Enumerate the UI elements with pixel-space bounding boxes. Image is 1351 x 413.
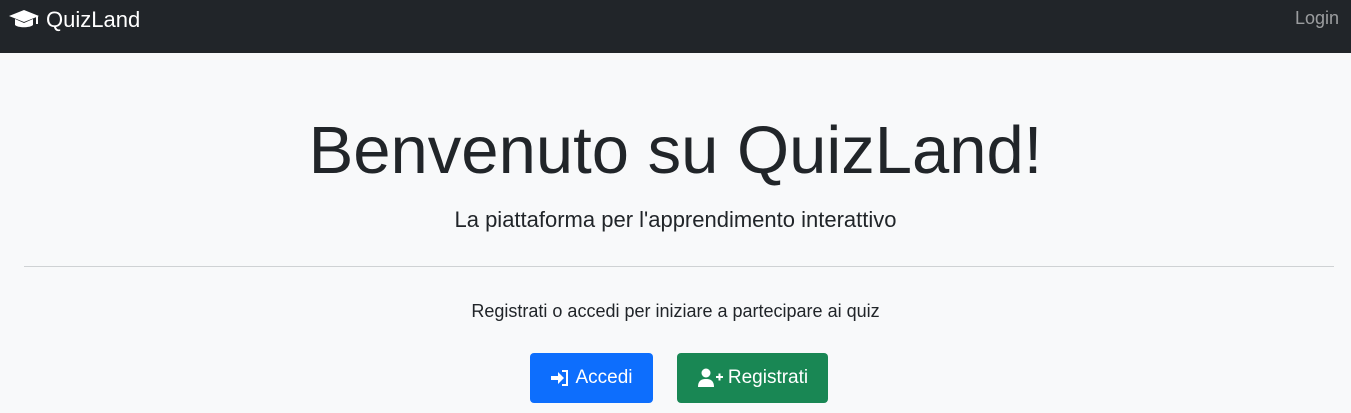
page-subtitle: La piattaforma per l'apprendimento inter… — [454, 207, 897, 232]
login-button-label: Accedi — [575, 367, 633, 388]
login-button[interactable]: Accedi — [530, 353, 653, 403]
graduation-cap-icon — [8, 6, 40, 34]
welcome-section: Benvenuto su QuizLand! La piattaforma pe… — [0, 53, 1351, 413]
page-title: Benvenuto su QuizLand! — [308, 113, 1043, 188]
brand-label: QuizLand — [46, 7, 141, 32]
brand-link[interactable]: QuizLand — [8, 6, 140, 34]
intro-text: Registrati o accedi per iniziare a parte… — [471, 301, 880, 321]
register-button[interactable]: Registrati — [677, 353, 828, 403]
login-nav-link[interactable]: Login — [1295, 8, 1339, 29]
top-navbar: QuizLand Login — [0, 0, 1351, 53]
user-plus-icon — [697, 368, 723, 388]
sign-in-icon — [550, 369, 570, 387]
section-divider — [24, 266, 1334, 267]
register-button-label: Registrati — [727, 367, 809, 388]
